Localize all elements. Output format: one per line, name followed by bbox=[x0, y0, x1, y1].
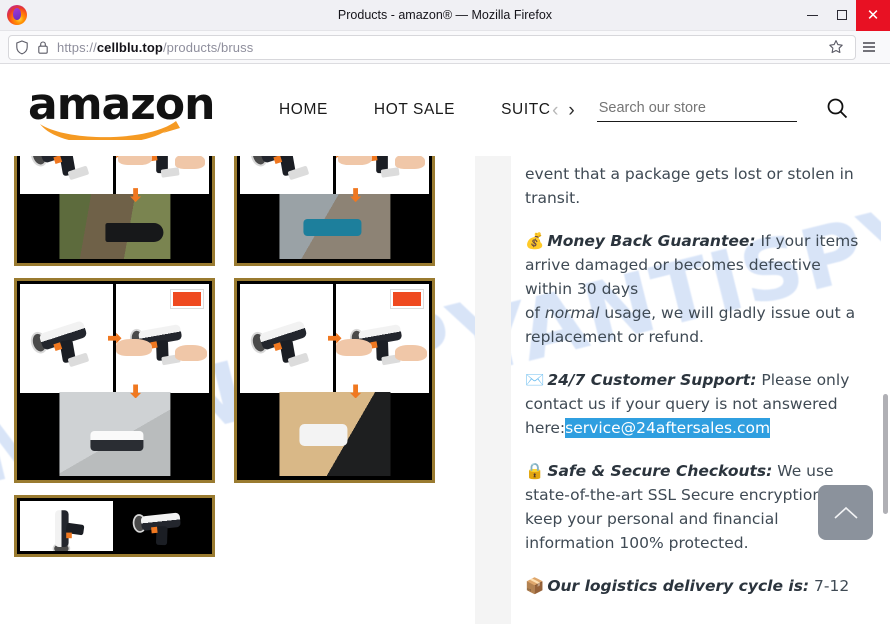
paragraph-heading: Money Back Guarantee: bbox=[547, 232, 756, 250]
nav-scroll-arrows: ‹ › bbox=[552, 101, 575, 120]
paragraph-text-italic: normal bbox=[544, 304, 600, 322]
paragraph-text: event that a package gets lost or stolen… bbox=[525, 165, 854, 207]
gallery-row bbox=[14, 278, 475, 483]
search-input[interactable] bbox=[596, 98, 797, 122]
color-swatch bbox=[390, 289, 424, 309]
back-to-top-button[interactable] bbox=[818, 485, 873, 540]
url-scheme: https:// bbox=[57, 39, 97, 55]
paragraph-heading: Safe & Secure Checkouts: bbox=[547, 462, 773, 480]
column-gutter bbox=[475, 156, 511, 624]
minimize-button[interactable] bbox=[798, 0, 827, 31]
nav-item-home[interactable]: HOME bbox=[256, 101, 351, 119]
paragraph-money-back: 💰 Money Back Guarantee: If your items arr… bbox=[525, 229, 872, 349]
store-navigation: HOME HOT SALE SUITCAS ‹ › bbox=[256, 101, 575, 120]
address-bar[interactable]: https://cellblu.top/products/bruss bbox=[8, 34, 856, 60]
shield-icon[interactable] bbox=[15, 39, 29, 55]
gallery-row bbox=[14, 495, 475, 557]
maximize-button[interactable] bbox=[827, 0, 856, 31]
envelope-icon: ✉️ bbox=[525, 371, 545, 389]
window-title: Products - amazon® — Mozilla Firefox bbox=[337, 8, 553, 22]
gallery-image[interactable] bbox=[234, 156, 435, 266]
package-icon: 📦 bbox=[525, 577, 545, 595]
paragraph-heading: 24/7 Customer Support: bbox=[547, 371, 757, 389]
support-email-selected[interactable]: service@24aftersales.com bbox=[565, 418, 771, 438]
window-controls: ✕ bbox=[798, 0, 890, 31]
nav-item-hot-sale[interactable]: HOT SALE bbox=[351, 101, 478, 119]
paragraph-text: 7-12 bbox=[809, 577, 850, 595]
search-icon[interactable] bbox=[825, 96, 849, 125]
lock-icon: 🔒 bbox=[525, 462, 545, 480]
nav-prev-arrow-icon[interactable]: ‹ bbox=[552, 101, 558, 120]
product-gallery: MYANTISPYWARE.COM bbox=[0, 156, 475, 624]
store-search bbox=[596, 96, 849, 125]
nav-next-arrow-icon[interactable]: › bbox=[568, 101, 574, 120]
gallery-image[interactable] bbox=[14, 278, 215, 483]
paragraph-customer-support: ✉️ 24/7 Customer Support: Please only con… bbox=[525, 368, 872, 440]
chevron-up-icon bbox=[833, 506, 858, 519]
store-header: amazon HOME HOT SALE SUITCAS ‹ › bbox=[0, 64, 890, 156]
paragraph-lost-in-transit: event that a package gets lost or stolen… bbox=[525, 162, 872, 210]
amazon-logo[interactable]: amazon bbox=[28, 82, 215, 140]
url-domain: cellblu.top bbox=[96, 39, 163, 55]
gallery-row bbox=[14, 156, 475, 266]
web-page: amazon HOME HOT SALE SUITCAS ‹ › MYA bbox=[0, 64, 890, 624]
gallery-image[interactable] bbox=[14, 495, 215, 557]
lock-icon[interactable] bbox=[37, 40, 49, 55]
product-description: MYANTISPYWARE.COM event that a package g… bbox=[511, 156, 890, 624]
gallery-image[interactable] bbox=[14, 156, 215, 266]
nav-item-suitcase[interactable]: SUITCAS bbox=[478, 101, 550, 119]
page-scrollbar[interactable] bbox=[881, 64, 890, 624]
hamburger-menu-icon[interactable] bbox=[856, 35, 882, 60]
money-bag-icon: 💰 bbox=[525, 232, 545, 250]
page-content: MYANTISPYWARE.COM event that a package g… bbox=[0, 156, 890, 624]
amazon-smile-icon bbox=[40, 121, 180, 140]
paragraph-heading: Our logistics delivery cycle is: bbox=[547, 577, 810, 595]
color-swatch bbox=[170, 289, 204, 309]
paragraph-logistics: 📦 Our logistics delivery cycle is: 7-12 bbox=[525, 574, 872, 598]
address-bar-actions bbox=[823, 35, 849, 60]
star-icon[interactable] bbox=[823, 35, 849, 60]
url-path: /products/bruss bbox=[162, 39, 254, 55]
url-text[interactable]: https://cellblu.top/products/bruss bbox=[57, 40, 253, 55]
paragraph-text-pre: of bbox=[525, 304, 545, 322]
scrollbar-thumb[interactable] bbox=[883, 394, 888, 514]
firefox-logo bbox=[7, 5, 27, 25]
gallery-image[interactable] bbox=[234, 278, 435, 483]
close-button[interactable]: ✕ bbox=[856, 0, 890, 31]
browser-titlebar: Products - amazon® — Mozilla Firefox ✕ bbox=[0, 0, 890, 31]
browser-navigation-toolbar: https://cellblu.top/products/bruss bbox=[0, 31, 890, 64]
